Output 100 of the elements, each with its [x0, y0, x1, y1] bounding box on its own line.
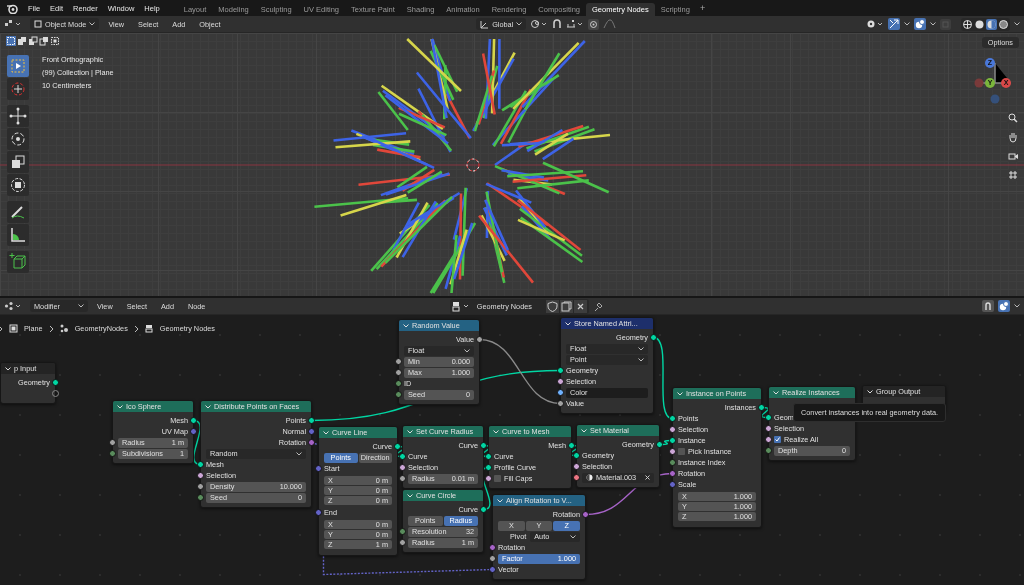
shading-material-icon[interactable]: [986, 18, 997, 30]
hand-icon[interactable]: [1006, 130, 1020, 144]
add-cube-tool-icon[interactable]: [7, 251, 29, 273]
node-socket[interactable]: [109, 450, 116, 457]
checkbox[interactable]: [774, 436, 781, 443]
snap-increment-icon[interactable]: [566, 19, 585, 29]
node-socket[interactable]: [315, 465, 322, 472]
proportional-edit-icon[interactable]: [588, 18, 600, 30]
clear-icon[interactable]: [645, 475, 650, 480]
node-socket[interactable]: [573, 474, 580, 481]
node-socket[interactable]: [568, 442, 575, 449]
node-socket[interactable]: [399, 453, 406, 460]
node-socket[interactable]: [315, 509, 322, 516]
editor-type-icon[interactable]: [4, 19, 22, 29]
rotate-tool-icon[interactable]: [7, 128, 29, 150]
gizmo-toggle-icon[interactable]: [888, 18, 900, 30]
selection-mode-intersect-icon[interactable]: [50, 36, 60, 46]
snap-toggle-icon[interactable]: [982, 300, 994, 312]
chevron-down-icon[interactable]: [5, 366, 11, 371]
node-socket[interactable]: [489, 555, 496, 562]
node-socket[interactable]: [395, 380, 402, 387]
node-socket[interactable]: [197, 472, 204, 479]
node-socket[interactable]: [197, 461, 204, 468]
xray-toggle-icon[interactable]: [940, 18, 951, 30]
overlay-toggle-icon[interactable]: [998, 300, 1010, 312]
shading-wireframe-icon[interactable]: [962, 18, 973, 30]
node-socket[interactable]: [399, 464, 406, 471]
node-socket[interactable]: [190, 417, 197, 424]
node-socket[interactable]: [480, 442, 487, 449]
node-socket[interactable]: [489, 544, 496, 551]
node-socket[interactable]: [582, 511, 589, 518]
node-socket[interactable]: [669, 437, 676, 444]
overlay-toggle-icon[interactable]: [914, 18, 926, 30]
selection-mode-new-icon[interactable]: [6, 36, 16, 46]
chevron-down-icon[interactable]: [867, 389, 873, 394]
node-socket[interactable]: [758, 404, 765, 411]
node-socket[interactable]: [489, 566, 496, 573]
transform-tool-icon[interactable]: [7, 174, 29, 196]
node-socket[interactable]: [476, 336, 483, 343]
measure-tool-icon[interactable]: [7, 224, 29, 246]
node-tree-icon[interactable]: [451, 300, 470, 312]
node-socket[interactable]: [557, 389, 564, 396]
selection-mode-subtract-icon[interactable]: [28, 36, 38, 46]
node-socket[interactable]: [480, 506, 487, 513]
shading-rendered-icon[interactable]: [998, 18, 1009, 30]
magnet-icon[interactable]: [552, 19, 563, 29]
node-socket[interactable]: [573, 452, 580, 459]
selection-mode-invert-icon[interactable]: [39, 36, 49, 46]
node-socket[interactable]: [669, 459, 676, 466]
node-socket[interactable]: [308, 439, 315, 446]
add-workspace-button[interactable]: +: [695, 3, 710, 13]
node-socket[interactable]: [190, 428, 197, 435]
pivot-icon[interactable]: [530, 19, 549, 29]
node-socket[interactable]: [399, 539, 406, 546]
node-socket[interactable]: [656, 441, 663, 448]
visibility-icon[interactable]: [866, 19, 884, 29]
node-socket[interactable]: [395, 391, 402, 398]
cursor-tool-icon[interactable]: [7, 78, 29, 100]
chevron-down-icon[interactable]: [403, 323, 409, 328]
node-socket[interactable]: [669, 481, 676, 488]
chevron-down-icon[interactable]: [565, 321, 571, 326]
node-socket[interactable]: [485, 453, 492, 460]
annotate-tool-icon[interactable]: [7, 201, 29, 223]
node-socket[interactable]: [557, 400, 564, 407]
node-socket[interactable]: [650, 334, 657, 341]
node-editor-type-icon[interactable]: [4, 301, 22, 311]
move-tool-icon[interactable]: [7, 105, 29, 127]
node-socket[interactable]: [485, 464, 492, 471]
selection-mode-extend-icon[interactable]: [17, 36, 27, 46]
node-socket[interactable]: [399, 475, 406, 482]
node-socket[interactable]: [765, 425, 772, 432]
node-socket[interactable]: [485, 475, 492, 482]
grid-icon[interactable]: [1006, 168, 1020, 182]
node-socket[interactable]: [765, 447, 772, 454]
node-socket[interactable]: [573, 463, 580, 470]
node-socket[interactable]: [765, 414, 772, 421]
shading-solid-icon[interactable]: [974, 18, 985, 30]
node-socket[interactable]: [669, 470, 676, 477]
node-socket[interactable]: [394, 443, 401, 450]
node-socket[interactable]: [52, 379, 59, 386]
close-icon[interactable]: [573, 299, 587, 313]
node-socket[interactable]: [395, 358, 402, 365]
checkbox[interactable]: [678, 448, 685, 455]
zoom-icon[interactable]: [1006, 111, 1020, 125]
node-socket[interactable]: [557, 378, 564, 385]
node-socket[interactable]: [308, 417, 315, 424]
node-socket[interactable]: [197, 483, 204, 490]
node-socket[interactable]: [197, 494, 204, 501]
node-socket[interactable]: [669, 426, 676, 433]
chevron-down-icon[interactable]: [497, 498, 503, 503]
node-socket[interactable]: [669, 415, 676, 422]
node-socket[interactable]: [308, 428, 315, 435]
node-socket[interactable]: [395, 369, 402, 376]
duplicate-icon[interactable]: [559, 299, 573, 313]
node-socket[interactable]: [109, 439, 116, 446]
node-socket[interactable]: [557, 367, 564, 374]
node-socket[interactable]: [765, 436, 772, 443]
shield-icon[interactable]: [545, 299, 559, 313]
pin-icon[interactable]: [592, 300, 604, 312]
checkbox[interactable]: [494, 475, 501, 482]
